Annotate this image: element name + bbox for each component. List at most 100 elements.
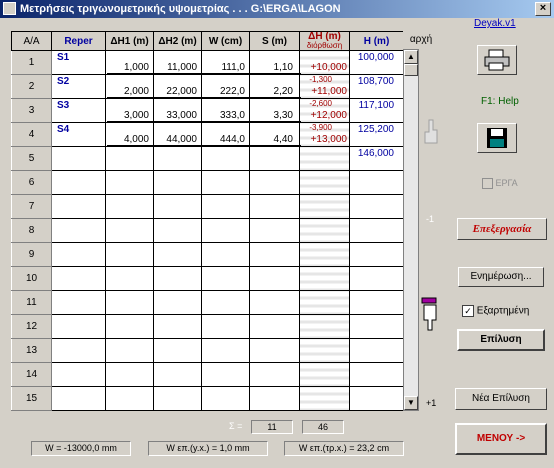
meas-dh2-2[interactable]: 22,000: [155, 86, 197, 97]
cell-dh2[interactable]: [153, 290, 202, 315]
cell-dh[interactable]: [299, 218, 350, 243]
cell-dh2[interactable]: [153, 266, 202, 291]
cell-dh1[interactable]: [105, 218, 154, 243]
cell-s[interactable]: [249, 362, 300, 387]
meas-dh1-4[interactable]: 4,000: [107, 134, 149, 145]
cell-reper[interactable]: [51, 266, 106, 291]
cell-s[interactable]: [249, 170, 300, 195]
cell-reper[interactable]: [51, 290, 106, 315]
cell-dh1[interactable]: [105, 266, 154, 291]
row-number-15[interactable]: 15: [11, 386, 52, 411]
row-number-3[interactable]: 3: [11, 98, 52, 123]
row-number-7[interactable]: 7: [11, 194, 52, 219]
cell-s[interactable]: [249, 194, 300, 219]
cell-h[interactable]: [349, 386, 404, 411]
solve-button[interactable]: Επίλυση: [457, 329, 545, 351]
menu-button[interactable]: ΜΕΝΟΥ ->: [455, 423, 547, 455]
cell-w[interactable]: [201, 386, 250, 411]
cell-dh[interactable]: [299, 338, 350, 363]
cell-dh[interactable]: [299, 194, 350, 219]
scroll-up-button[interactable]: ▲: [404, 50, 418, 64]
row-number-12[interactable]: 12: [11, 314, 52, 339]
cell-dh2[interactable]: [153, 242, 202, 267]
cell-dh[interactable]: [299, 362, 350, 387]
h-value-3[interactable]: 117,100: [352, 100, 394, 111]
hand-pointer-down-icon[interactable]: [420, 296, 440, 332]
cell-h[interactable]: [349, 194, 404, 219]
cell-dh2[interactable]: [153, 314, 202, 339]
cell-reper[interactable]: [51, 242, 106, 267]
meas-s-3[interactable]: 3,30: [251, 110, 293, 121]
cell-s[interactable]: [249, 242, 300, 267]
cell-w[interactable]: [201, 170, 250, 195]
row-number-2[interactable]: 2: [11, 74, 52, 99]
cell-w[interactable]: [201, 314, 250, 339]
row-number-1[interactable]: 1: [11, 50, 52, 75]
cell-dh2[interactable]: [153, 194, 202, 219]
dh-value-3[interactable]: +12,000: [300, 110, 347, 121]
h-value-2[interactable]: 108,700: [352, 76, 394, 87]
cell-dh2[interactable]: [153, 386, 202, 411]
cell-h[interactable]: [349, 242, 404, 267]
cell-h[interactable]: [349, 290, 404, 315]
h-value-1[interactable]: 100,000: [352, 52, 394, 63]
row-number-4[interactable]: 4: [11, 122, 52, 147]
h-value-4[interactable]: 125,200: [352, 124, 394, 135]
row-number-5[interactable]: 5: [11, 146, 52, 171]
meas-dh1-2[interactable]: 2,000: [107, 86, 149, 97]
cell-reper[interactable]: [51, 314, 106, 339]
row-number-8[interactable]: 8: [11, 218, 52, 243]
cell-h[interactable]: [349, 338, 404, 363]
cell-reper[interactable]: [51, 170, 106, 195]
cell-dh2[interactable]: [153, 338, 202, 363]
cell-dh1[interactable]: [105, 338, 154, 363]
meas-w-3[interactable]: 333,0: [203, 110, 245, 121]
cell-dh[interactable]: [299, 290, 350, 315]
update-button[interactable]: Ενημέρωση...: [458, 267, 544, 287]
new-solve-button[interactable]: Νέα Επίλυση: [455, 388, 547, 410]
cell-w[interactable]: [201, 242, 250, 267]
row-number-14[interactable]: 14: [11, 362, 52, 387]
vertical-scrollbar[interactable]: ▲ ▼: [403, 49, 419, 411]
cell-h[interactable]: [349, 170, 404, 195]
meas-dh2-3[interactable]: 33,000: [155, 110, 197, 121]
meas-w-1[interactable]: 111,0: [203, 62, 245, 73]
cell-s[interactable]: [249, 218, 300, 243]
cell-dh[interactable]: [299, 170, 350, 195]
scroll-thumb[interactable]: [404, 64, 418, 76]
close-button[interactable]: ×: [535, 2, 551, 16]
cell-s[interactable]: [249, 266, 300, 291]
cell-reper[interactable]: [51, 386, 106, 411]
meas-dh2-1[interactable]: 11,000: [155, 62, 197, 73]
cell-s[interactable]: [249, 146, 300, 171]
cell-reper[interactable]: [51, 146, 106, 171]
cell-dh1[interactable]: [105, 170, 154, 195]
cell-reper[interactable]: [51, 194, 106, 219]
row-number-9[interactable]: 9: [11, 242, 52, 267]
cell-dh1[interactable]: [105, 242, 154, 267]
cell-dh[interactable]: [299, 386, 350, 411]
reper-3[interactable]: S3: [57, 100, 69, 111]
cell-w[interactable]: [201, 194, 250, 219]
cell-s[interactable]: [249, 338, 300, 363]
meas-dh1-1[interactable]: 1,000: [107, 62, 149, 73]
reper-2[interactable]: S2: [57, 76, 69, 87]
cell-w[interactable]: [201, 146, 250, 171]
cell-w[interactable]: [201, 362, 250, 387]
cell-dh[interactable]: [299, 242, 350, 267]
dh-value-1[interactable]: +10,000: [300, 62, 347, 73]
cell-h[interactable]: [349, 362, 404, 387]
meas-s-2[interactable]: 2,20: [251, 86, 293, 97]
cell-s[interactable]: [249, 290, 300, 315]
cell-h[interactable]: [349, 218, 404, 243]
cell-dh1[interactable]: [105, 290, 154, 315]
cell-s[interactable]: [249, 386, 300, 411]
cell-h[interactable]: [349, 314, 404, 339]
meas-s-4[interactable]: 4,40: [251, 134, 293, 145]
cell-reper[interactable]: [51, 218, 106, 243]
meas-dh2-4[interactable]: 44,000: [155, 134, 197, 145]
cell-dh1[interactable]: [105, 386, 154, 411]
dh-value-2[interactable]: +11,000: [300, 86, 347, 97]
cell-dh[interactable]: [299, 146, 350, 171]
reper-1[interactable]: S1: [57, 52, 69, 63]
